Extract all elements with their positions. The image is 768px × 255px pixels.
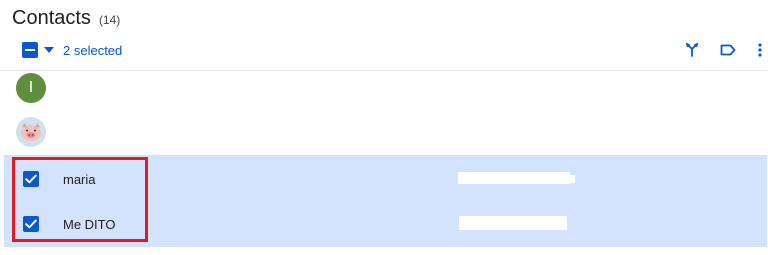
label-icon [720,44,736,56]
avatar-letter: I [28,79,34,96]
indeterminate-dash-icon [25,49,35,51]
check-icon [25,174,37,184]
contact-row[interactable]: maria [4,155,767,201]
contact-row[interactable]: Me DITO [4,201,767,247]
row-checkbox[interactable] [23,171,39,187]
pig-face-icon [21,123,41,141]
contact-row[interactable] [4,111,767,155]
selection-toolbar: 2 selected [0,38,768,62]
contacts-page: Contacts (14) 2 selected I maria Me DITO [0,0,768,255]
select-all-checkbox[interactable] [22,42,38,58]
merge-button[interactable] [682,40,702,60]
check-icon [25,219,37,229]
redacted-field [459,216,567,230]
page-title: Contacts [12,7,91,29]
redacted-field [458,172,570,184]
contact-row[interactable]: I [4,71,767,111]
contacts-count: (14) [98,13,121,27]
more-vert-icon [758,43,762,57]
selected-count-label: 2 selected [63,43,123,58]
page-header: Contacts (14) [12,7,120,30]
row-checkbox[interactable] [23,216,39,232]
redacted-field [567,175,575,183]
contact-name: maria [63,172,96,187]
selection-menu-caret-icon[interactable] [44,44,54,56]
avatar: I [16,73,46,103]
manage-labels-button[interactable] [718,40,738,60]
avatar [16,117,46,147]
contact-name: Me DITO [63,217,116,232]
more-options-button[interactable] [750,40,768,60]
merge-icon [685,43,699,57]
